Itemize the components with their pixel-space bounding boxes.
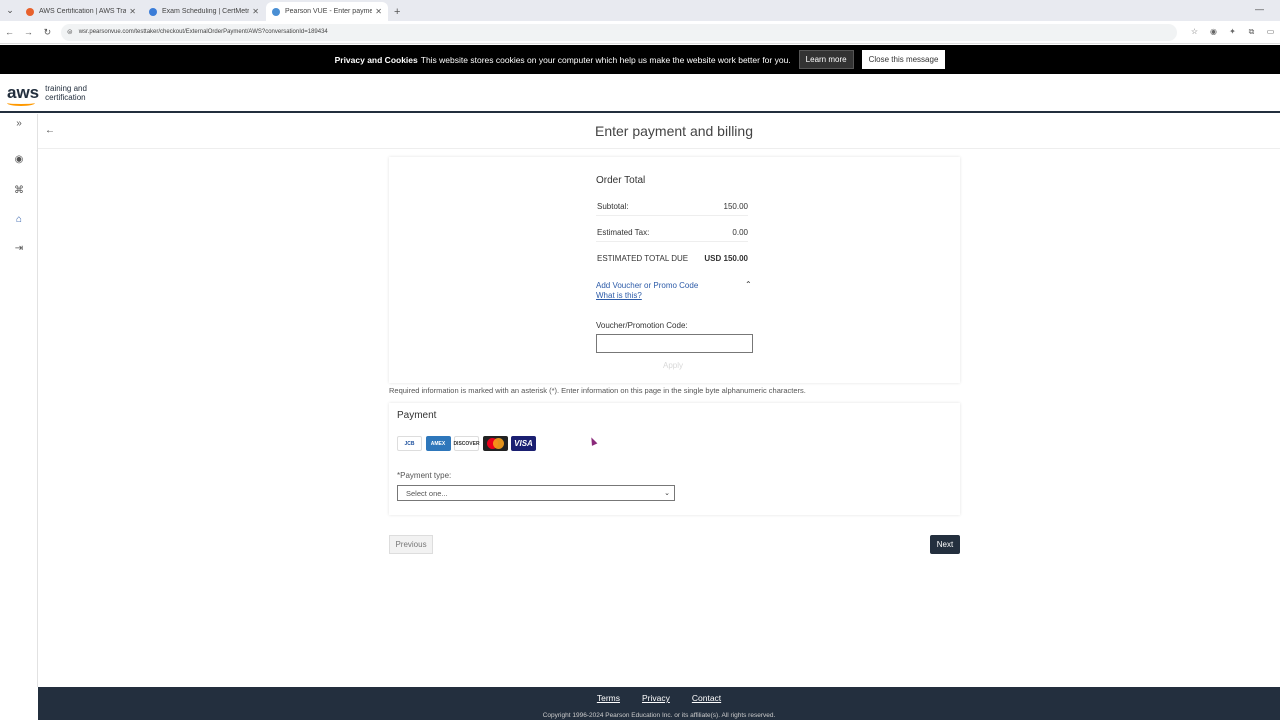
divider	[38, 148, 1280, 149]
payment-type-select[interactable]: Select one... ⌄	[397, 485, 675, 501]
tab-title: AWS Certification | AWS Traini	[39, 8, 127, 15]
user-profile-icon[interactable]: ◉	[0, 154, 38, 165]
total-value: USD 150.00	[704, 254, 748, 263]
required-note: Required information is marked with an a…	[389, 386, 806, 395]
extension-icon[interactable]: ◉	[1204, 27, 1223, 37]
sidebar-icon[interactable]: ▭	[1261, 27, 1280, 37]
subtotal-value: 150.00	[723, 202, 748, 211]
close-tab-icon[interactable]: ✕	[129, 7, 136, 16]
certmetrics-favicon-icon	[149, 7, 157, 16]
cookie-banner: Privacy and Cookies This website stores …	[0, 45, 1280, 74]
browser-tab-certmetrics[interactable]: Exam Scheduling | CertMetrics ✕	[143, 2, 265, 21]
extension-icon[interactable]: ✦	[1223, 27, 1242, 37]
accepted-cards: JCB AMEX DISCOVER VISA	[397, 436, 540, 451]
site-header: aws training and certification	[0, 74, 1280, 113]
payment-card: Payment JCB AMEX DISCOVER VISA *Payment …	[389, 403, 960, 515]
subtotal-row: Subtotal: 150.00	[596, 198, 748, 216]
learn-more-button[interactable]: Learn more	[798, 50, 854, 69]
total-row: ESTIMATED TOTAL DUE USD 150.00	[596, 250, 748, 268]
tab-title: Pearson VUE - Enter payment a	[285, 8, 373, 15]
extensions-puzzle-icon[interactable]: ⧉	[1242, 27, 1261, 37]
tab-title: Exam Scheduling | CertMetrics	[162, 8, 250, 15]
minimize-icon[interactable]: —	[1255, 4, 1264, 14]
amex-card-icon: AMEX	[425, 436, 451, 451]
site-info-icon[interactable]: ⊜	[67, 28, 73, 36]
address-bar-row: ← → ↻ ⊜ wsr.pearsonvue.com/testtaker/che…	[0, 21, 1280, 44]
visa-card-icon: VISA	[511, 436, 536, 451]
reload-icon[interactable]: ↻	[38, 27, 57, 38]
payment-type-value: Select one...	[406, 488, 448, 498]
close-tab-icon[interactable]: ✕	[375, 7, 382, 16]
contact-link[interactable]: Contact	[692, 693, 721, 703]
payment-type-label: *Payment type:	[397, 471, 452, 480]
tab-search-icon[interactable]: ⌄	[0, 0, 20, 21]
close-tab-icon[interactable]: ✕	[252, 7, 259, 16]
back-icon[interactable]: ←	[0, 27, 19, 37]
apply-button[interactable]: Apply	[663, 361, 683, 370]
site-footer: Terms Privacy Contact Copyright 1996-202…	[38, 687, 1280, 720]
mastercard-icon	[482, 436, 508, 451]
jcb-card-icon: JCB	[397, 436, 422, 451]
cookie-text: This website stores cookies on your comp…	[420, 54, 791, 65]
tax-row: Estimated Tax: 0.00	[596, 224, 748, 242]
side-rail: » ◉ ⌘ ⌂ ⇥	[0, 114, 38, 687]
what-is-this-link[interactable]: What is this?	[596, 291, 642, 300]
bookmark-star-icon[interactable]: ☆	[1185, 27, 1204, 37]
pearson-favicon-icon	[272, 7, 280, 16]
home-icon[interactable]: ⌂	[0, 214, 38, 225]
sitemap-icon[interactable]: ⌘	[0, 185, 38, 196]
aws-tagline-line1: training and	[45, 83, 87, 93]
cookie-heading: Privacy and Cookies	[334, 54, 418, 65]
url-text: wsr.pearsonvue.com/testtaker/checkout/Ex…	[78, 29, 328, 35]
aws-smile-icon	[7, 100, 35, 106]
terms-link[interactable]: Terms	[597, 693, 620, 703]
collapse-chevron-icon[interactable]: ⌃	[745, 280, 752, 289]
privacy-link[interactable]: Privacy	[642, 693, 670, 703]
payment-heading: Payment	[397, 410, 437, 421]
voucher-label: Voucher/Promotion Code:	[596, 321, 688, 330]
browser-tab-aws-certification[interactable]: AWS Certification | AWS Traini ✕	[20, 2, 142, 21]
sign-out-icon[interactable]: ⇥	[0, 243, 38, 254]
browser-tab-pearson-vue[interactable]: Pearson VUE - Enter payment a ✕	[266, 2, 388, 21]
chevron-down-icon: ⌄	[664, 490, 670, 497]
order-total-card: Order Total Subtotal: 150.00 Estimated T…	[389, 157, 960, 383]
page-title: Enter payment and billing	[595, 123, 753, 139]
total-label: ESTIMATED TOTAL DUE	[597, 254, 689, 263]
discover-card-icon: DISCOVER	[453, 436, 480, 451]
aws-favicon-icon	[26, 7, 34, 16]
url-field[interactable]: ⊜ wsr.pearsonvue.com/testtaker/checkout/…	[60, 23, 1177, 41]
previous-button[interactable]: Previous	[389, 535, 433, 554]
next-button[interactable]: Next	[930, 535, 960, 554]
order-total-heading: Order Total	[596, 175, 646, 186]
new-tab-icon[interactable]: +	[394, 2, 400, 21]
copyright-text: Copyright 1996-2024 Pearson Education In…	[542, 712, 776, 719]
aws-logo[interactable]: aws	[7, 84, 39, 106]
tax-label: Estimated Tax:	[597, 228, 650, 237]
browser-tab-bar: ⌄ AWS Certification | AWS Traini ✕ Exam …	[0, 0, 1280, 21]
voucher-input[interactable]	[596, 334, 753, 353]
subtotal-label: Subtotal:	[597, 202, 629, 211]
close-cookie-button[interactable]: Close this message	[861, 50, 946, 69]
aws-tagline: training and certification	[45, 84, 87, 102]
tax-value: 0.00	[732, 228, 748, 237]
aws-tagline-line2: certification	[45, 92, 86, 102]
forward-icon[interactable]: →	[19, 27, 38, 37]
add-voucher-link[interactable]: Add Voucher or Promo Code	[596, 281, 698, 290]
